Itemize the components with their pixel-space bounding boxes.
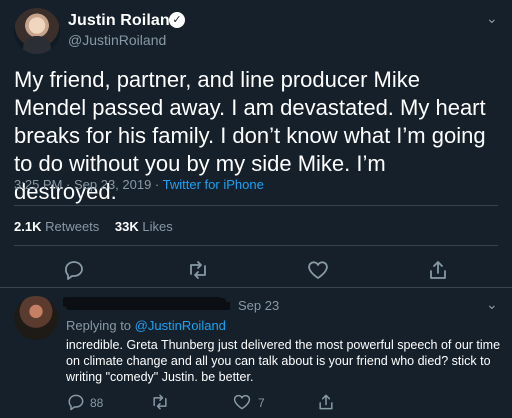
tweet-source-link[interactable]: Twitter for iPhone (163, 177, 264, 192)
divider (14, 245, 498, 246)
likes-stat[interactable]: 33K Likes (115, 219, 173, 234)
author-avatar[interactable] (14, 8, 60, 54)
reply-count: 88 (90, 396, 104, 410)
reply-avatar[interactable] (14, 296, 58, 340)
likes-count: 33K (114, 219, 139, 234)
replying-to: Replying to @JustinRoiland (66, 318, 226, 333)
heart-icon[interactable] (306, 258, 330, 282)
likes-label: Likes (142, 219, 173, 234)
verified-badge-icon: ✓ (169, 12, 185, 28)
tweet-stats: 2.1K Retweets 33K Likes (14, 219, 173, 234)
retweets-count: 2.1K (14, 219, 42, 234)
retweets-label: Retweets (45, 219, 100, 234)
tweet-time: 3:25 PM · Sep 23, 2019 · (14, 177, 163, 192)
retweet-icon[interactable] (186, 258, 210, 282)
share-icon[interactable] (316, 392, 336, 412)
reply-actions: 88 7 (0, 392, 512, 414)
like-count: 7 (258, 396, 265, 410)
tweet-actions (0, 252, 512, 282)
chevron-down-icon[interactable]: ⌄ (486, 10, 498, 27)
tweet-meta: 3:25 PM · Sep 23, 2019 · Twitter for iPh… (14, 177, 264, 192)
share-icon[interactable] (426, 258, 450, 282)
replying-mention[interactable]: @JustinRoiland (135, 318, 226, 333)
divider (0, 287, 512, 288)
retweets-stat[interactable]: 2.1K Retweets (14, 219, 99, 234)
main-tweet: Justin Roiland ✓ @JustinRoiland ⌄ My fri… (0, 0, 512, 290)
reply-date[interactable]: Sep 23 (238, 298, 279, 313)
reply-text: incredible. Greta Thunberg just delivere… (66, 338, 501, 384)
reply-icon[interactable] (62, 258, 86, 282)
heart-icon[interactable] (232, 392, 252, 412)
retweet-icon[interactable] (150, 392, 170, 412)
chevron-down-icon[interactable]: ⌄ (486, 296, 498, 313)
divider (14, 205, 498, 206)
redacted-username (66, 298, 226, 310)
reply-icon[interactable] (66, 392, 86, 412)
replying-prefix: Replying to (66, 318, 135, 333)
author-name[interactable]: Justin Roiland (68, 12, 180, 30)
author-handle[interactable]: @JustinRoiland (68, 32, 166, 48)
